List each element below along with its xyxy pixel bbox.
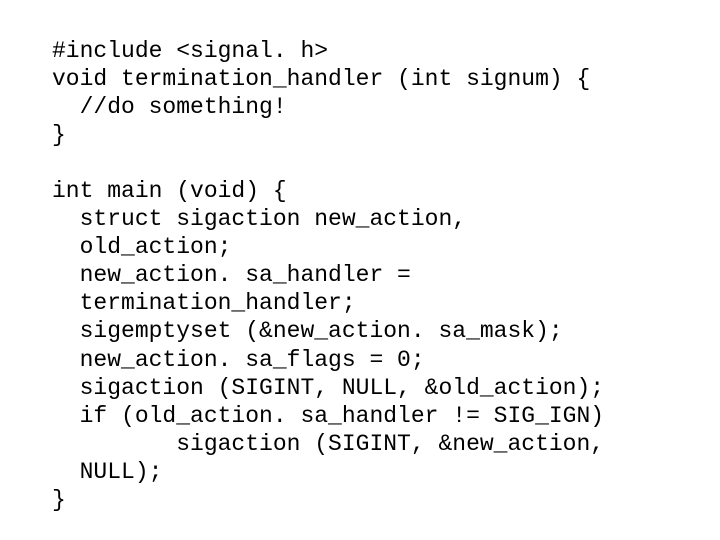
code-snippet: #include <signal. h> void termination_ha… [0,23,720,514]
